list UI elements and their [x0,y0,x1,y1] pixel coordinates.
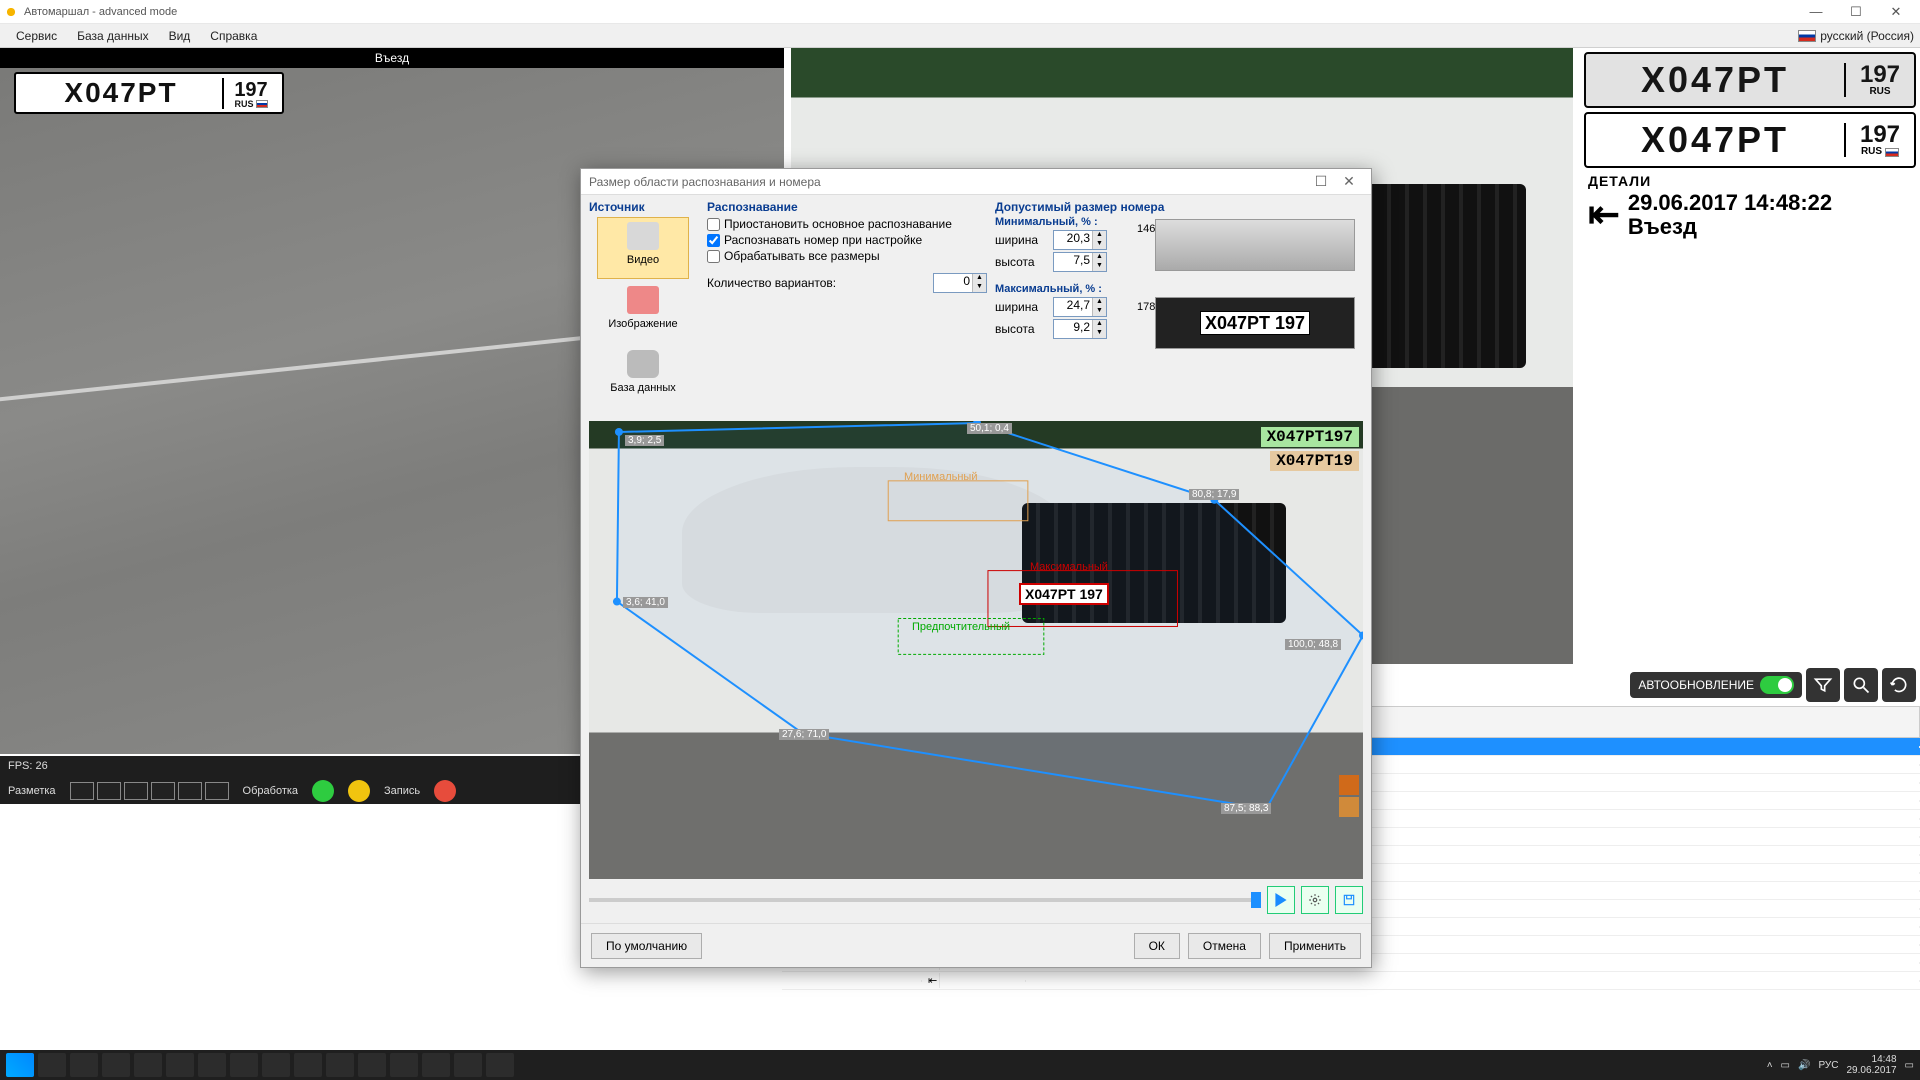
details-heading: ДЕТАЛИ [1588,174,1912,188]
source-image[interactable]: Изображение [597,281,689,343]
dialog-title: Размер области распознавания и номера [589,175,1307,189]
source-video[interactable]: Видео [597,217,689,279]
max-thumbnail: X047PT 197 [1155,297,1355,349]
plate-overlay-main: X047PT [20,79,222,107]
database-icon [627,350,659,378]
variants-label: Количество вариантов: [707,276,836,290]
flag-ru-icon [256,100,268,108]
menu-help[interactable]: Справка [200,27,267,45]
max-label: Максимальный, % : [995,284,1355,295]
details-direction: Въезд [1628,216,1832,238]
close-button[interactable]: ✕ [1876,1,1916,23]
maximize-button[interactable]: ☐ [1836,1,1876,23]
start-button[interactable] [6,1053,34,1077]
tray-clock[interactable]: 14:4829.06.2017 [1846,1054,1896,1076]
menu-service[interactable]: Сервис [6,27,67,45]
system-tray[interactable]: ˄ ▭ 🔊 РУС 14:4829.06.2017 ▭ [1767,1054,1914,1076]
windows-taskbar[interactable]: ˄ ▭ 🔊 РУС 14:4829.06.2017 ▭ [0,1050,1920,1080]
dialog-maximize-button[interactable]: ☐ [1307,173,1335,190]
tab-record[interactable]: Запись [384,785,420,797]
checkbox-onsetup[interactable]: Распознавать номер при настройке [707,233,987,247]
window-title: Автомаршал - advanced mode [24,6,1796,18]
fps-label: FPS: 26 [8,760,48,774]
ok-button[interactable]: ОК [1134,933,1180,959]
tab-processing[interactable]: Обработка [243,785,298,797]
language-selector[interactable]: русский (Россия) [1798,29,1914,43]
minimize-button[interactable]: — [1796,1,1836,23]
color-palette[interactable] [1337,773,1361,819]
record-icon[interactable] [434,780,456,802]
preview-settings-button[interactable] [1301,886,1329,914]
dialog-titlebar[interactable]: Размер области распознавания и номера ☐ … [581,169,1371,195]
tab-layout[interactable]: Разметка [8,785,56,797]
taskbar-app[interactable] [38,1053,66,1077]
plate-overlay-region: 197 [224,80,278,100]
checkbox-allsizes[interactable]: Обрабатывать все размеры [707,249,987,263]
app-icon [4,5,18,19]
window-titlebar: Автомаршал - advanced mode — ☐ ✕ [0,0,1920,24]
recognized-1: X047PT197 [1261,427,1359,447]
min-thumbnail [1155,219,1355,271]
recognized-2: X047PT19 [1270,451,1359,471]
plate-captured: X047PT 197RUS [1584,52,1916,108]
menu-database[interactable]: База данных [67,27,158,45]
menu-view[interactable]: Вид [159,27,201,45]
detected-plate: X047PT 197 [1019,583,1109,605]
tray-notifications-icon[interactable]: ▭ [1905,1060,1914,1071]
layout-icons[interactable] [70,782,229,800]
preview-slider[interactable] [589,898,1261,902]
max-height-input[interactable]: 9,2▲▼ [1053,319,1107,339]
flag-ru-icon [1798,30,1816,42]
group-dimensions: Допустимый размер номера [995,201,1355,213]
exit-arrow-icon: ⇤ [1588,192,1620,237]
menu-bar: Сервис База данных Вид Справка русский (… [0,24,1920,48]
video-title: Въезд [0,48,784,68]
autoupdate-toggle[interactable]: АВТООБНОВЛЕНИЕ [1630,672,1802,698]
play-icon[interactable] [312,780,334,802]
checkbox-pause[interactable]: Приостановить основное распознавание [707,217,987,231]
tray-chevron-icon[interactable]: ˄ [1767,1060,1773,1071]
tray-network-icon[interactable]: ▭ [1781,1060,1790,1071]
cancel-button[interactable]: Отмена [1188,933,1261,959]
dialog-close-button[interactable]: ✕ [1335,173,1363,190]
image-icon [627,286,659,314]
default-button[interactable]: По умолчанию [591,933,702,959]
preview-play-button[interactable] [1267,886,1295,914]
switch-icon [1760,676,1794,694]
filter-button[interactable] [1806,668,1840,702]
plate-recognized: X047PT 197RUS [1584,112,1916,168]
camera-icon [627,222,659,250]
details-datetime: 29.06.2017 14:48:22 [1628,190,1832,216]
variants-input[interactable]: 0▲▼ [933,273,987,293]
apply-button[interactable]: Применить [1269,933,1361,959]
plate-overlay: X047PT 197 RUS [14,72,284,114]
language-label: русский (Россия) [1820,29,1914,43]
search-button[interactable] [1844,668,1878,702]
tray-lang[interactable]: РУС [1818,1060,1838,1071]
preview-save-button[interactable] [1335,886,1363,914]
preview-area[interactable]: 3,9; 2,5 50,1; 0,4 80,8; 17,9 100,0; 48,… [589,421,1363,879]
recognition-settings-dialog: Размер области распознавания и номера ☐ … [580,168,1372,968]
refresh-button[interactable] [1882,668,1916,702]
group-recognition: Распознавание [707,201,987,213]
tray-volume-icon[interactable]: 🔊 [1798,1060,1810,1071]
pause-icon[interactable] [348,780,370,802]
group-source: Источник [589,201,697,213]
roi-polygon[interactable] [589,421,1363,860]
min-height-input[interactable]: 7,5▲▼ [1053,252,1107,272]
min-width-input[interactable]: 20,3▲▼ [1053,230,1107,250]
table-row[interactable]: ⇤ [782,972,1920,990]
source-database[interactable]: База данных [597,345,689,407]
max-width-input[interactable]: 24,7▲▼ [1053,297,1107,317]
flag-ru-icon [1885,148,1899,157]
